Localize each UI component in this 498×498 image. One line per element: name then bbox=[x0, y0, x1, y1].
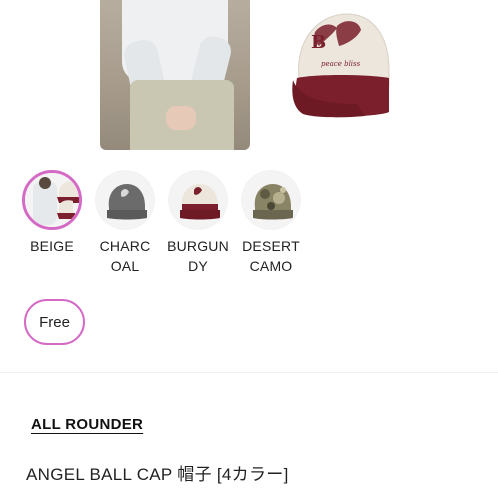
svg-text:B: B bbox=[311, 32, 326, 53]
size-option-free[interactable]: Free bbox=[24, 299, 85, 345]
color-option-label: BEIGE bbox=[30, 238, 74, 254]
camo-cap-swatch bbox=[241, 170, 301, 230]
color-option-label: BURGUN DY bbox=[167, 238, 229, 274]
color-option-burgundy[interactable]: BURGUN DY bbox=[160, 170, 236, 276]
section-divider bbox=[0, 372, 498, 373]
charcoal-cap-swatch bbox=[95, 170, 155, 230]
svg-text:peace bliss: peace bliss bbox=[321, 60, 361, 68]
size-option-label: Free bbox=[39, 313, 70, 331]
color-option-label: DESERT CAMO bbox=[242, 238, 300, 274]
color-option-desert-camo[interactable]: DESERT CAMO bbox=[233, 170, 309, 276]
model-hands bbox=[166, 106, 196, 130]
color-option-label: CHARC OAL bbox=[99, 238, 151, 274]
product-image-gallery: B peace bliss bbox=[0, 0, 498, 155]
color-option-charcoal[interactable]: CHARC OAL bbox=[87, 170, 163, 276]
product-title: ANGEL BALL CAP 帽子 [4カラー] bbox=[26, 465, 289, 484]
beige-cap-swatch bbox=[22, 170, 82, 230]
cap-product-photo[interactable]: B peace bliss bbox=[285, 8, 393, 120]
color-option-beige[interactable]: BEIGE bbox=[14, 170, 90, 256]
color-options: BEIGE CHARC OAL BURGUN DY DESERT CAMO bbox=[0, 170, 498, 280]
brand-link[interactable]: ALL ROUNDER bbox=[31, 416, 143, 433]
model-photo[interactable] bbox=[100, 0, 250, 150]
burgundy-cap-swatch bbox=[168, 170, 228, 230]
